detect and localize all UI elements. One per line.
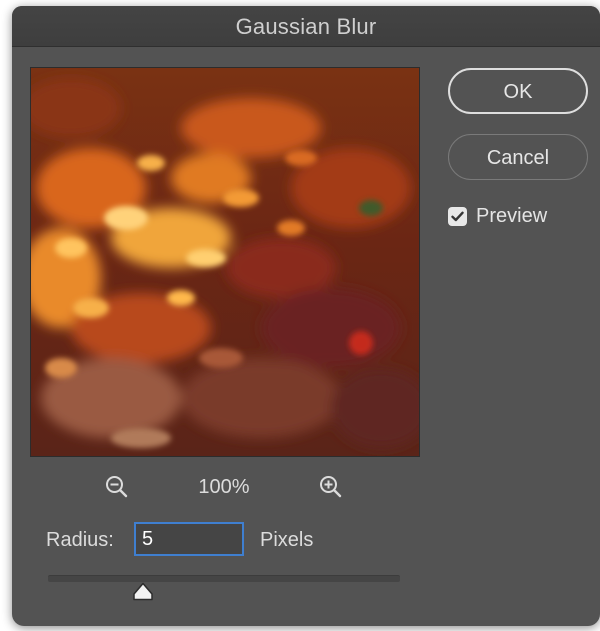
ok-button[interactable]: OK <box>448 68 588 114</box>
gaussian-blur-dialog: Gaussian Blur OK Cancel Preview 100% Rad… <box>12 6 600 626</box>
radius-units-label: Pixels <box>260 529 314 551</box>
radius-slider-thumb[interactable] <box>132 582 154 602</box>
autumn-leaves-preview <box>31 68 419 456</box>
zoom-in-icon[interactable] <box>318 474 344 500</box>
radius-label: Radius: <box>46 529 114 551</box>
cancel-button[interactable]: Cancel <box>448 134 588 180</box>
zoom-level: 100% <box>198 476 250 498</box>
dialog-title: Gaussian Blur <box>235 14 377 39</box>
checkmark-icon <box>451 211 464 221</box>
preview-option[interactable]: Preview <box>448 204 547 228</box>
radius-slider-track[interactable] <box>48 575 400 582</box>
preview-label: Preview <box>476 204 548 227</box>
dialog-titlebar[interactable]: Gaussian Blur <box>12 6 600 47</box>
preview-checkbox[interactable] <box>448 206 467 226</box>
radius-input[interactable] <box>134 522 244 556</box>
zoom-out-icon[interactable] <box>104 474 130 500</box>
blur-preview-image[interactable] <box>30 67 420 457</box>
